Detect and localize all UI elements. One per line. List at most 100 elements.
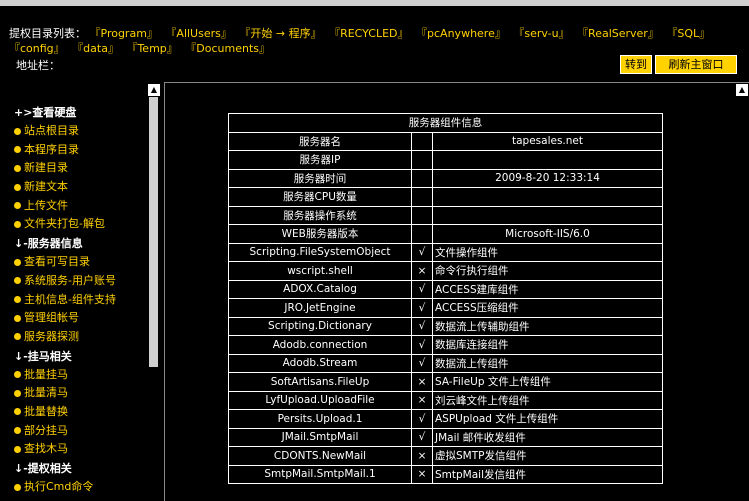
row-status-mark: × [411, 390, 433, 410]
row-name: SoftArtisans.FileUp [228, 372, 412, 392]
menu-server-probe[interactable]: 服务器探测 [14, 328, 116, 347]
section-privilege[interactable]: ↓-提权相关 [14, 459, 116, 478]
menu-writable-dirs[interactable]: 查看可写目录 [14, 253, 116, 272]
menu-upload-file[interactable]: 上传文件 [14, 197, 116, 216]
bullet-icon [14, 127, 21, 135]
menu-exec-cmd[interactable]: 执行Cmd命令 [14, 478, 116, 497]
dir-link-start-programs[interactable]: 『开始 → 程序』 [239, 27, 321, 40]
section-view-disk[interactable]: +>查看硬盘 [14, 103, 116, 122]
table-row: CDONTS.NewMail × 虚拟SMTP发信组件 [228, 446, 663, 466]
row-status-mark: √ [411, 427, 433, 447]
dir-link-serv-u[interactable]: 『serv-u』 [513, 27, 569, 40]
menu-batch-clean[interactable]: 批量清马 [14, 384, 116, 403]
refresh-main-window-button[interactable]: 刷新主窗口 [655, 55, 737, 74]
row-name: Adodb.Stream [228, 353, 412, 373]
table-row: SmtpMail.SmtpMail.1 × SmtpMail发信组件 [228, 464, 663, 484]
row-value: 数据库连接组件 [432, 335, 663, 355]
dir-link-allusers[interactable]: 『AllUsers』 [165, 27, 231, 40]
bullet-icon [14, 146, 21, 154]
dir-link-temp[interactable]: 『Temp』 [126, 42, 177, 55]
table-row: Scripting.FileSystemObject √ 文件操作组件 [228, 242, 663, 262]
menu-partial-inject[interactable]: 部分挂马 [14, 422, 116, 441]
menu-program-dir[interactable]: 本程序目录 [14, 141, 116, 160]
bullet-icon [14, 183, 21, 191]
bullet-icon [14, 371, 21, 379]
menu-find-trojan[interactable]: 查找木马 [14, 440, 116, 459]
dir-link-documents[interactable]: 『Documents』 [185, 42, 270, 55]
bullet-icon [14, 427, 21, 435]
bullet-icon [14, 314, 21, 322]
row-name: CDONTS.NewMail [228, 446, 412, 466]
dir-link-recycled[interactable]: 『RECYCLED』 [329, 27, 408, 40]
row-value [432, 150, 663, 170]
main-scrollbar[interactable] [735, 84, 747, 500]
dir-link-pcanywhere[interactable]: 『pcAnywhere』 [416, 27, 506, 40]
table-row: Adodb.Stream √ 数据流上传组件 [228, 353, 663, 373]
table-row: WEB服务器版本 Microsoft-IIS/6.0 [228, 224, 663, 244]
dir-link-config[interactable]: 『config』 [9, 42, 65, 55]
row-name: 服务器CPU数量 [228, 187, 412, 207]
dirs-label: 提权目录列表： [9, 27, 86, 40]
row-name: Adodb.connection [228, 335, 412, 355]
menu-batch-inject[interactable]: 批量挂马 [14, 366, 116, 385]
dir-link-data[interactable]: 『data』 [72, 42, 119, 55]
address-input[interactable] [62, 58, 610, 70]
section-trojan[interactable]: ↓-挂马相关 [14, 347, 116, 366]
row-value [432, 205, 663, 225]
row-status-mark [411, 205, 433, 225]
bullet-icon [14, 277, 21, 285]
row-value: JMail 邮件收发组件 [432, 427, 663, 447]
table-row: JRO.JetEngine √ ACCESS压缩组件 [228, 298, 663, 318]
bullet-icon [14, 220, 21, 228]
goto-button[interactable]: 转到 [620, 55, 652, 74]
row-name: 服务器IP [228, 150, 412, 170]
table-row: 服务器IP [228, 150, 663, 170]
row-value: Microsoft-IIS/6.0 [432, 224, 663, 244]
bullet-icon [14, 445, 21, 453]
row-value: 2009-8-20 12:33:14 [432, 168, 663, 188]
menu-batch-replace[interactable]: 批量替换 [14, 403, 116, 422]
row-status-mark [411, 187, 433, 207]
table-row: 服务器操作系统 [228, 205, 663, 225]
dir-link-sql[interactable]: 『SQL』 [666, 27, 710, 40]
row-name: Scripting.FileSystemObject [228, 242, 412, 262]
section-server-info[interactable]: ↓-服务器信息 [14, 234, 116, 253]
menu-new-dir[interactable]: 新建目录 [14, 159, 116, 178]
table-row: Scripting.Dictionary √ 数据流上传辅助组件 [228, 316, 663, 336]
row-value: 虚拟SMTP发信组件 [432, 446, 663, 466]
dir-link-realserver[interactable]: 『RealServer』 [577, 27, 659, 40]
row-name: JMail.SmtpMail [228, 427, 412, 447]
bullet-icon [14, 164, 21, 172]
row-value: 刘云峰文件上传组件 [432, 390, 663, 410]
row-name: wscript.shell [228, 261, 412, 281]
menu-admin-accounts[interactable]: 管理组帐号 [14, 309, 116, 328]
row-value: SA-FileUp 文件上传组件 [432, 372, 663, 392]
dir-link-program[interactable]: 『Program』 [90, 27, 158, 40]
menu-site-root[interactable]: 站点根目录 [14, 122, 116, 141]
row-value: SmtpMail发信组件 [432, 464, 663, 484]
table-row: wscript.shell × 命令行执行组件 [228, 261, 663, 281]
row-status-mark: × [411, 464, 433, 484]
row-status-mark [411, 131, 433, 151]
table-row: LyfUpload.UploadFile × 刘云峰文件上传组件 [228, 390, 663, 410]
row-status-mark [411, 150, 433, 170]
menu-services-accounts[interactable]: 系统服务-用户账号 [14, 272, 116, 291]
sidebar-scroll-up-icon[interactable]: ▲ [148, 84, 160, 96]
row-name: 服务器操作系统 [228, 205, 412, 225]
menu-new-text[interactable]: 新建文本 [14, 178, 116, 197]
row-name: 服务器名 [228, 131, 412, 151]
bullet-icon [14, 333, 21, 341]
menu-pack-unpack[interactable]: 文件夹打包-解包 [14, 215, 116, 234]
privilege-dirs-list: 提权目录列表： 『Program』 『AllUsers』 『开始 → 程序』 『… [9, 26, 744, 56]
row-value: ASPUpload 文件上传组件 [432, 409, 663, 429]
bullet-icon [14, 296, 21, 303]
address-label: 地址栏： [16, 59, 60, 72]
row-value: ACCESS建库组件 [432, 279, 663, 299]
row-status-mark [411, 168, 433, 188]
menu-host-components[interactable]: 主机信息-组件支持 [14, 291, 116, 310]
row-value [432, 187, 663, 207]
row-name: SmtpMail.SmtpMail.1 [228, 464, 412, 484]
main-scroll-up-icon[interactable]: ▲ [736, 84, 748, 96]
table-row: Adodb.connection √ 数据库连接组件 [228, 335, 663, 355]
sidebar-scroll-thumb[interactable] [149, 97, 158, 367]
